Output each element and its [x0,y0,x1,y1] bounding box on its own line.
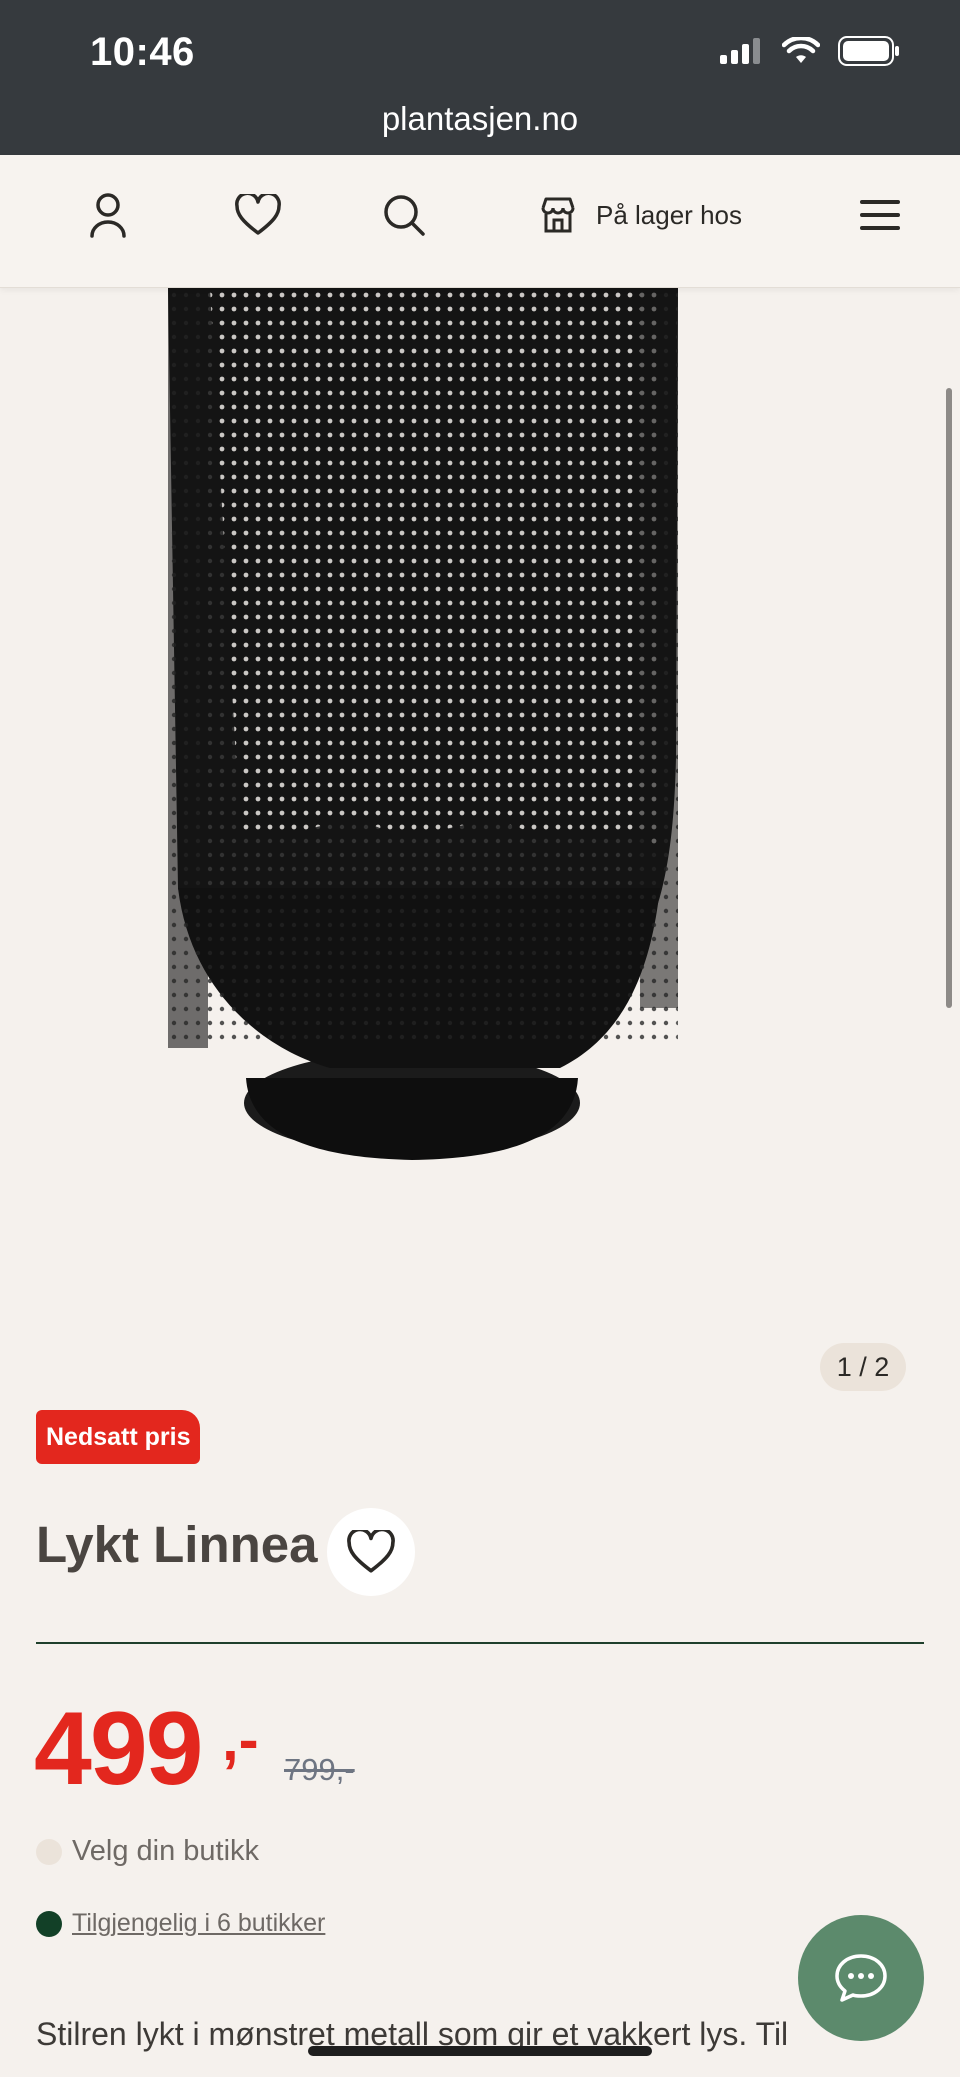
add-to-wishlist-button[interactable] [327,1508,415,1596]
availability: Tilgjengelig i 6 butikker [36,1909,325,1938]
divider [36,1642,924,1644]
menu-button[interactable] [850,185,910,245]
wifi-icon [782,37,820,63]
store-status-dot [36,1838,62,1865]
scrollbar[interactable] [946,388,952,1008]
home-indicator[interactable] [308,2046,652,2056]
product-image[interactable] [0,288,960,1358]
site-header: På lager hos [0,155,960,288]
current-price: 499 [34,1691,204,1807]
heart-icon [347,1530,395,1573]
availability-dot [36,1910,62,1937]
wishlist-button[interactable] [228,185,288,245]
chat-icon [835,1954,887,2002]
hamburger-icon [860,200,900,230]
status-icons [720,36,900,66]
status-time: 10:46 [90,30,195,74]
chat-button[interactable] [798,1915,924,2041]
gallery-pager: 1 / 2 [820,1343,906,1391]
store-icon [541,197,575,233]
sale-badge: Nedsatt pris [36,1410,201,1464]
url-bar[interactable]: plantasjen.no [0,100,960,138]
store-availability-button[interactable]: På lager hos [540,185,742,245]
heart-icon [235,194,281,235]
store-select-label: Velg din butikk [72,1835,260,1867]
original-price: 799,- [284,1752,355,1787]
store-label: På lager hos [596,199,742,230]
signal-icon [720,38,760,64]
search-icon [384,195,425,236]
account-button[interactable] [78,185,138,245]
search-button[interactable] [374,185,434,245]
battery-icon [838,36,899,66]
person-icon [90,193,126,238]
availability-link[interactable]: Tilgjengelig i 6 butikker [72,1909,325,1938]
current-price-suffix: ,- [222,1706,259,1773]
product-title: Lykt Linnea [36,1516,318,1573]
store-select[interactable]: Velg din butikk [36,1835,259,1868]
browser-top-bar: 10:46 plantasjen.no [0,0,960,155]
